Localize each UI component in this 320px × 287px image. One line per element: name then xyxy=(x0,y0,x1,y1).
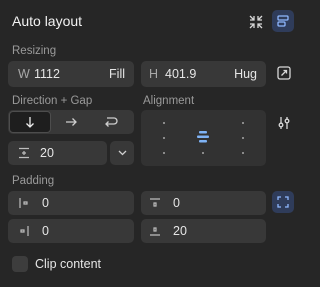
panel-title: Auto layout xyxy=(12,13,83,29)
padding-right-icon xyxy=(18,225,42,237)
resize-to-fit-button[interactable] xyxy=(274,63,294,83)
padding-left-icon xyxy=(18,197,42,209)
arrow-down-icon xyxy=(24,116,36,128)
padding-individual-icon xyxy=(277,196,289,208)
direction-gap-label: Direction + Gap xyxy=(12,95,93,107)
width-value[interactable]: 1112 xyxy=(34,67,60,81)
align-top-right-dot[interactable] xyxy=(242,122,244,124)
padding-top-icon xyxy=(149,197,173,209)
align-middle-right-dot[interactable] xyxy=(242,137,244,139)
alignment-label: Alignment xyxy=(143,95,195,107)
padding-left-value[interactable]: 0 xyxy=(42,196,49,210)
padding-individual-button[interactable] xyxy=(272,191,294,213)
auto-layout-icon xyxy=(276,14,290,28)
alignment-dots xyxy=(141,110,266,166)
clip-content-label: Clip content xyxy=(35,257,102,271)
align-bottom-right-dot[interactable] xyxy=(242,152,244,154)
width-mode[interactable]: Fill xyxy=(109,67,125,81)
alignment-settings-button[interactable] xyxy=(274,113,294,133)
direction-horizontal-button[interactable] xyxy=(51,111,91,133)
auto-layout-toggle-button[interactable] xyxy=(272,10,294,32)
clip-content-checkbox[interactable] xyxy=(12,256,28,272)
direction-vertical-button[interactable] xyxy=(9,111,51,133)
height-prefix: H xyxy=(149,67,159,81)
gap-icon xyxy=(18,147,40,159)
align-selected-icon[interactable] xyxy=(197,130,209,144)
align-bottom-left-dot[interactable] xyxy=(163,152,165,154)
alignment-grid[interactable] xyxy=(141,110,266,166)
resizing-label: Resizing xyxy=(12,45,57,57)
gap-value[interactable]: 20 xyxy=(40,146,54,160)
wrap-icon xyxy=(104,116,118,128)
padding-top-field[interactable]: 0 xyxy=(141,191,266,215)
padding-label: Padding xyxy=(12,175,55,187)
align-bottom-center-dot[interactable] xyxy=(202,152,204,154)
height-mode[interactable]: Hug xyxy=(234,67,257,81)
direction-wrap-button[interactable] xyxy=(91,111,131,133)
gap-field[interactable]: 20 xyxy=(8,141,107,165)
collapse-arrows-icon[interactable] xyxy=(244,11,268,33)
padding-bottom-icon xyxy=(149,225,173,237)
arrow-right-icon xyxy=(65,116,77,128)
padding-right-value[interactable]: 0 xyxy=(42,224,49,238)
chevron-down-icon xyxy=(118,150,127,156)
width-prefix: W xyxy=(18,67,30,81)
sliders-icon xyxy=(277,116,291,130)
align-middle-left-dot[interactable] xyxy=(163,137,165,139)
height-value[interactable]: 401.9 xyxy=(165,67,196,81)
padding-right-field[interactable]: 0 xyxy=(8,219,134,243)
direction-segmented-control xyxy=(8,110,134,134)
width-field[interactable]: W 1112 Fill xyxy=(8,61,134,87)
padding-top-value[interactable]: 0 xyxy=(173,196,180,210)
padding-left-field[interactable]: 0 xyxy=(8,191,134,215)
padding-bottom-field[interactable]: 20 xyxy=(141,219,266,243)
align-top-left-dot[interactable] xyxy=(163,122,165,124)
gap-dropdown-button[interactable] xyxy=(110,141,134,165)
resize-icon xyxy=(277,66,291,80)
height-field[interactable]: H 401.9 Hug xyxy=(141,61,266,87)
padding-bottom-value[interactable]: 20 xyxy=(173,224,187,238)
